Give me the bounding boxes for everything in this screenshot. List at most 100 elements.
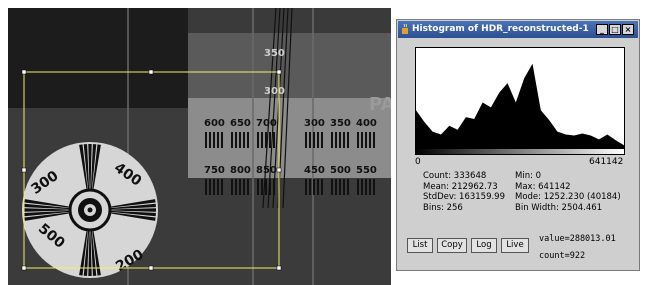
resolution-bar <box>239 179 241 195</box>
resolution-bar <box>235 179 237 195</box>
value-readout: value=288013.01 <box>539 234 616 244</box>
resolution-bar <box>365 132 367 148</box>
stat-stddev: StdDev: 163159.99 <box>423 192 505 202</box>
resolution-bar <box>331 179 333 195</box>
resolution-bar <box>343 179 345 195</box>
stat-bins: Bins: 256 <box>423 202 463 213</box>
resolution-bar <box>213 132 215 148</box>
resolution-bar <box>361 179 363 195</box>
resolution-bar <box>335 179 337 195</box>
resolution-bar <box>209 179 211 195</box>
stat-mode: Mode: 1252.230 (40184) <box>515 192 621 202</box>
bar-label: 350 <box>330 118 351 129</box>
roi-handle-right[interactable] <box>276 167 282 173</box>
lut-gradient-bar <box>415 148 625 155</box>
list-button[interactable]: List <box>407 238 433 253</box>
histogram-plot[interactable] <box>415 47 625 152</box>
close-button[interactable]: × <box>622 24 634 35</box>
resolution-bar <box>257 132 259 148</box>
bar-label: 650 <box>230 118 251 129</box>
resolution-bar <box>305 179 307 195</box>
image-canvas[interactable]: 350 300 PA 600 650 700 300 350 400 750 800 850 4… <box>8 8 391 285</box>
histogram-svg <box>416 63 624 152</box>
resolution-bar <box>273 179 275 195</box>
copy-button[interactable]: Copy <box>437 238 467 253</box>
live-button[interactable]: Live <box>501 238 529 253</box>
resolution-bar <box>339 132 341 148</box>
bar-label: 300 <box>304 118 325 129</box>
log-button[interactable]: Log <box>471 238 497 253</box>
bar-label: 450 <box>304 165 325 176</box>
roi-handle-top[interactable] <box>148 69 154 75</box>
resolution-bar <box>313 132 315 148</box>
resolution-bar <box>309 132 311 148</box>
roi-handle-top-left[interactable] <box>21 69 27 75</box>
roi-handle-bottom-right[interactable] <box>276 265 282 271</box>
chart-label-pa: PA <box>369 94 391 115</box>
minimize-button[interactable]: _ <box>596 24 608 35</box>
resolution-bar <box>269 132 271 148</box>
resolution-bar <box>335 132 337 148</box>
resolution-bar <box>361 132 363 148</box>
coffee-cup-icon <box>402 24 408 34</box>
resolution-bar <box>343 132 345 148</box>
resolution-bar <box>339 179 341 195</box>
stats-right: Min: 0 Max: 641142 Mode: 1252.230 (40184… <box>515 171 621 213</box>
axis-min-label: 0 <box>415 157 421 167</box>
stat-max: Max: 641142 <box>515 181 571 192</box>
resolution-bar <box>309 179 311 195</box>
stat-bin-width: Bin Width: 2504.461 <box>515 202 603 213</box>
resolution-bar <box>357 179 359 195</box>
resolution-bar <box>331 132 333 148</box>
axis-max-label: 641142 <box>589 157 624 167</box>
resolution-bar <box>247 132 249 148</box>
histogram-titlebar[interactable]: Histogram of HDR_reconstructed-1 _ □ × <box>398 21 638 38</box>
stat-count: Count: 333648 <box>423 171 487 181</box>
resolution-bar <box>239 132 241 148</box>
resolution-bar <box>221 179 223 195</box>
bar-label: 600 <box>204 118 225 129</box>
resolution-bar <box>369 132 371 148</box>
resolution-bar <box>321 132 323 148</box>
resolution-bar <box>317 179 319 195</box>
resolution-bar <box>261 132 263 148</box>
resolution-bar <box>265 132 267 148</box>
bar-label: 500 <box>330 165 351 176</box>
resolution-bar <box>205 132 207 148</box>
resolution-bar <box>247 179 249 195</box>
resolution-bar <box>317 132 319 148</box>
resolution-bar <box>357 132 359 148</box>
histogram-area <box>416 63 624 152</box>
bar-label: 400 <box>356 118 377 129</box>
roi-handle-bottom[interactable] <box>148 265 154 271</box>
resolution-bar <box>347 179 349 195</box>
resolution-bar <box>265 179 267 195</box>
resolution-bar <box>213 179 215 195</box>
histogram-window: Histogram of HDR_reconstructed-1 _ □ × 0… <box>396 19 640 271</box>
resolution-bar <box>243 132 245 148</box>
resolution-bar <box>217 132 219 148</box>
maximize-button[interactable]: □ <box>609 24 621 35</box>
roi-handle-top-right[interactable] <box>276 69 282 75</box>
count-readout: count=922 <box>539 251 586 261</box>
chart-label-350: 350 <box>264 48 285 59</box>
bar-label: 750 <box>204 165 225 176</box>
resolution-bar <box>347 132 349 148</box>
bar-label: 550 <box>356 165 377 176</box>
chart-label-300: 300 <box>264 86 285 97</box>
bar-label: 850 <box>256 165 277 176</box>
resolution-bar <box>369 179 371 195</box>
resolution-bar <box>261 179 263 195</box>
histogram-window-title: Histogram of HDR_reconstructed-1 <box>412 24 589 34</box>
roi-handle-left[interactable] <box>21 167 27 173</box>
roi-handle-bottom-left[interactable] <box>21 265 27 271</box>
resolution-dial: 300 400 500 200 <box>22 142 158 278</box>
resolution-bar <box>221 132 223 148</box>
resolution-bar <box>365 179 367 195</box>
resolution-bar <box>373 179 375 195</box>
resolution-bar <box>217 179 219 195</box>
resolution-bar <box>313 179 315 195</box>
resolution-bar <box>269 179 271 195</box>
resolution-bar <box>257 179 259 195</box>
resolution-bar <box>243 179 245 195</box>
